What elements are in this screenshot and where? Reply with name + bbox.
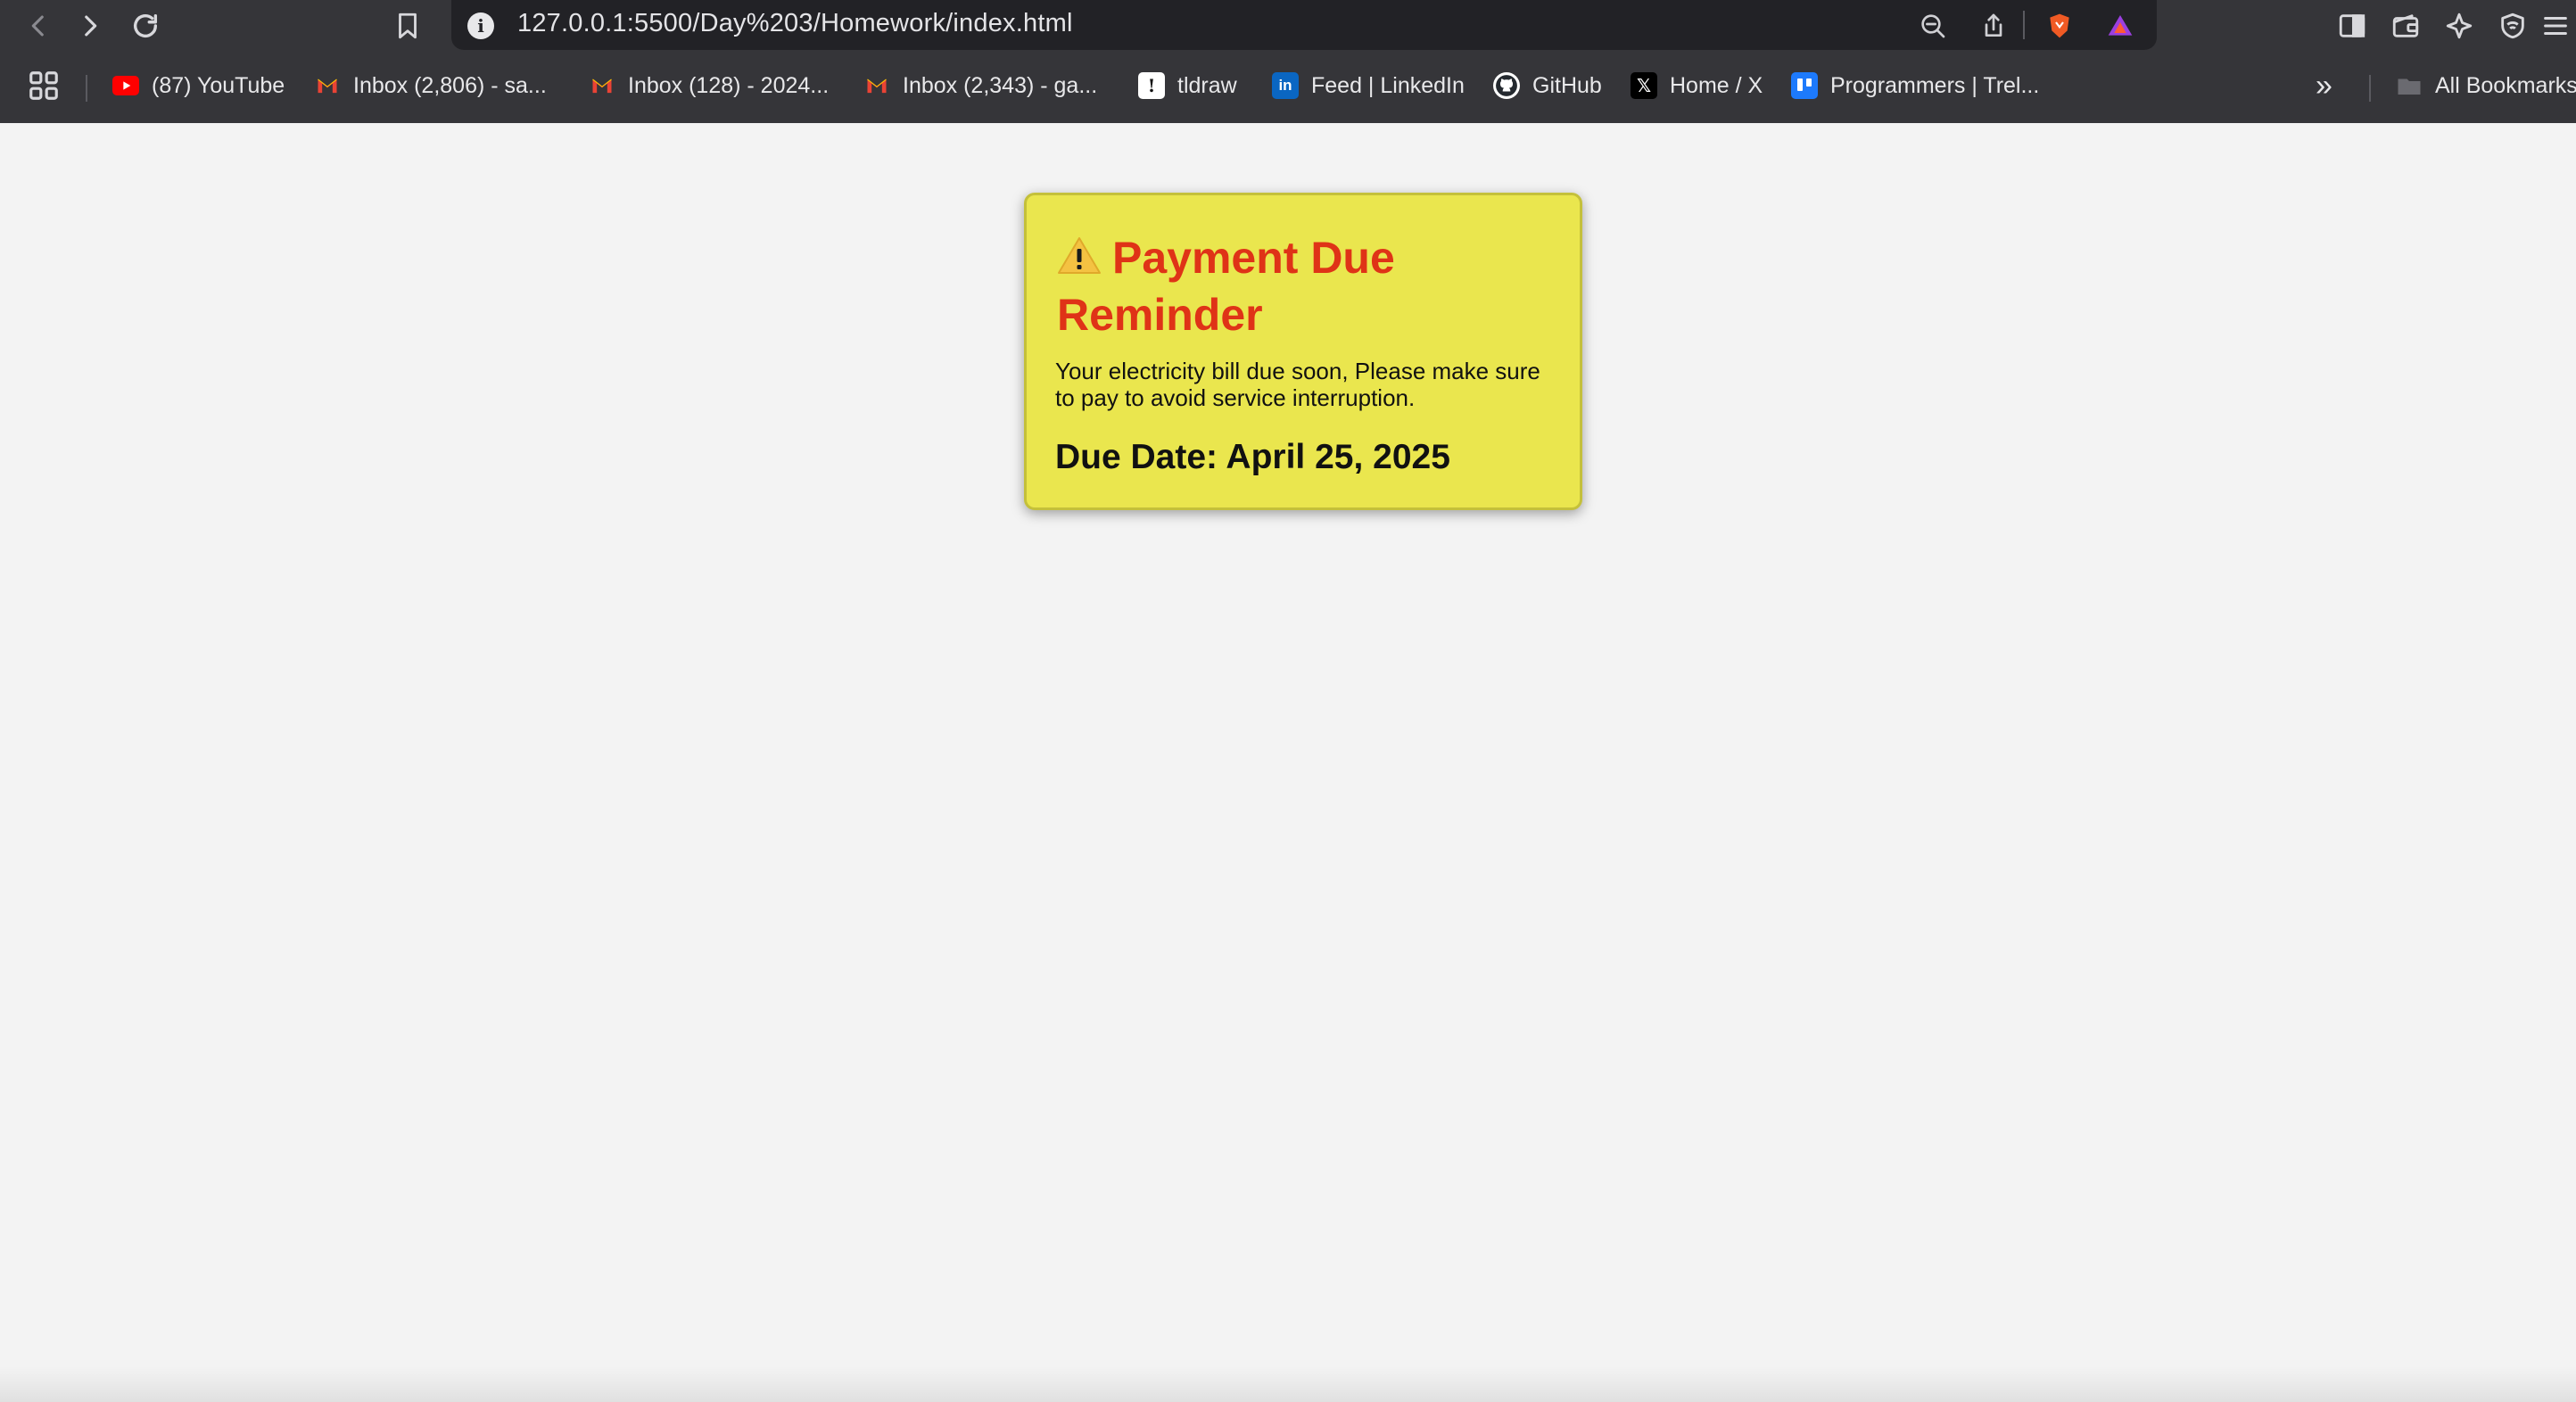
bookmark-label: Inbox (2,343) - ga... [903,72,1098,98]
bookmark-label: (87) YouTube [152,72,285,98]
payment-reminder-card: Payment Due Reminder Your electricity bi… [1024,193,1582,510]
bookmark-youtube[interactable]: (87) YouTube [112,68,285,103]
youtube-icon [112,76,139,95]
card-title: Payment Due Reminder [1057,233,1395,340]
browser-toolbar: i 127.0.0.1:5500/Day%203/Homework/index.… [0,0,2576,52]
menu-icon[interactable] [2539,7,2572,45]
share-icon[interactable] [1977,9,2010,43]
vpn-icon[interactable] [2494,7,2531,45]
bookmark-label: GitHub [1532,72,1602,98]
gmail-icon [863,72,890,99]
bookmark-label: Inbox (2,806) - sa... [353,72,547,98]
bookmark-trello[interactable]: Programmers | Trel... [1791,68,2039,103]
all-bookmarks-button[interactable]: All Bookmarks [2396,68,2576,103]
bookmarks-divider [86,75,87,102]
browser-chrome: i 127.0.0.1:5500/Day%203/Homework/index.… [0,0,2576,123]
url-text[interactable]: 127.0.0.1:5500/Day%203/Homework/index.ht… [517,9,1073,38]
chevron-double-right-icon: » [2316,68,2332,103]
bookmark-linkedin[interactable]: in Feed | LinkedIn [1272,68,1465,103]
x-icon: 𝕏 [1631,72,1657,99]
gmail-icon [314,72,341,99]
trello-icon [1791,72,1818,99]
brave-rewards-icon[interactable] [2103,9,2137,43]
wallet-icon[interactable] [2387,7,2424,45]
card-heading: Payment Due Reminder [1057,229,1556,343]
bookmark-gmail-1[interactable]: Inbox (2,806) - sa... [314,68,547,103]
github-icon [1493,72,1520,99]
bookmark-gmail-3[interactable]: Inbox (2,343) - ga... [863,68,1097,103]
bookmarks-bar: (87) YouTube Inbox (2,806) - sa... Inbox… [0,55,2576,120]
bookmark-github[interactable]: GitHub [1493,68,1602,103]
gmail-icon [589,72,615,99]
warning-icon [1058,237,1101,274]
folder-icon [2396,72,2423,99]
bookmark-label: tldraw [1177,72,1237,98]
apps-grid-icon[interactable] [27,68,61,103]
brave-shields-icon[interactable] [2043,9,2076,43]
bookmark-label: Feed | LinkedIn [1311,72,1465,98]
back-icon[interactable] [20,7,57,45]
linkedin-icon: in [1272,72,1299,99]
bookmarks-overflow-button[interactable]: » [2316,68,2332,103]
address-bar[interactable]: i 127.0.0.1:5500/Day%203/Homework/index.… [451,0,2157,50]
bookmark-tldraw[interactable]: ! tldraw [1138,68,1237,103]
bookmark-label: All Bookmarks [2435,72,2576,98]
bookmark-label: Inbox (128) - 2024... [628,72,830,98]
site-info-icon[interactable]: i [467,12,494,39]
card-due-date: Due Date: April 25, 2025 [1055,438,1450,476]
bookmark-label: Home / X [1670,72,1763,98]
leo-ai-icon[interactable] [2440,7,2478,45]
card-message: Your electricity bill due soon, Please m… [1055,358,1540,411]
page-content: Payment Due Reminder Your electricity bi… [0,123,2576,1402]
sidebar-icon[interactable] [2333,7,2371,45]
bookmarks-divider [2369,75,2371,102]
forward-icon[interactable] [71,7,109,45]
address-bar-divider [2023,11,2025,39]
bookmark-label: Programmers | Trel... [1830,72,2040,98]
tldraw-icon: ! [1138,72,1165,99]
bookmark-gmail-2[interactable]: Inbox (128) - 2024... [589,68,829,103]
bookmark-x[interactable]: 𝕏 Home / X [1631,68,1763,103]
bottom-shadow [0,1366,2576,1402]
zoom-out-icon[interactable] [1916,9,1950,43]
bookmark-icon[interactable] [389,7,426,45]
reload-icon[interactable] [127,7,164,45]
